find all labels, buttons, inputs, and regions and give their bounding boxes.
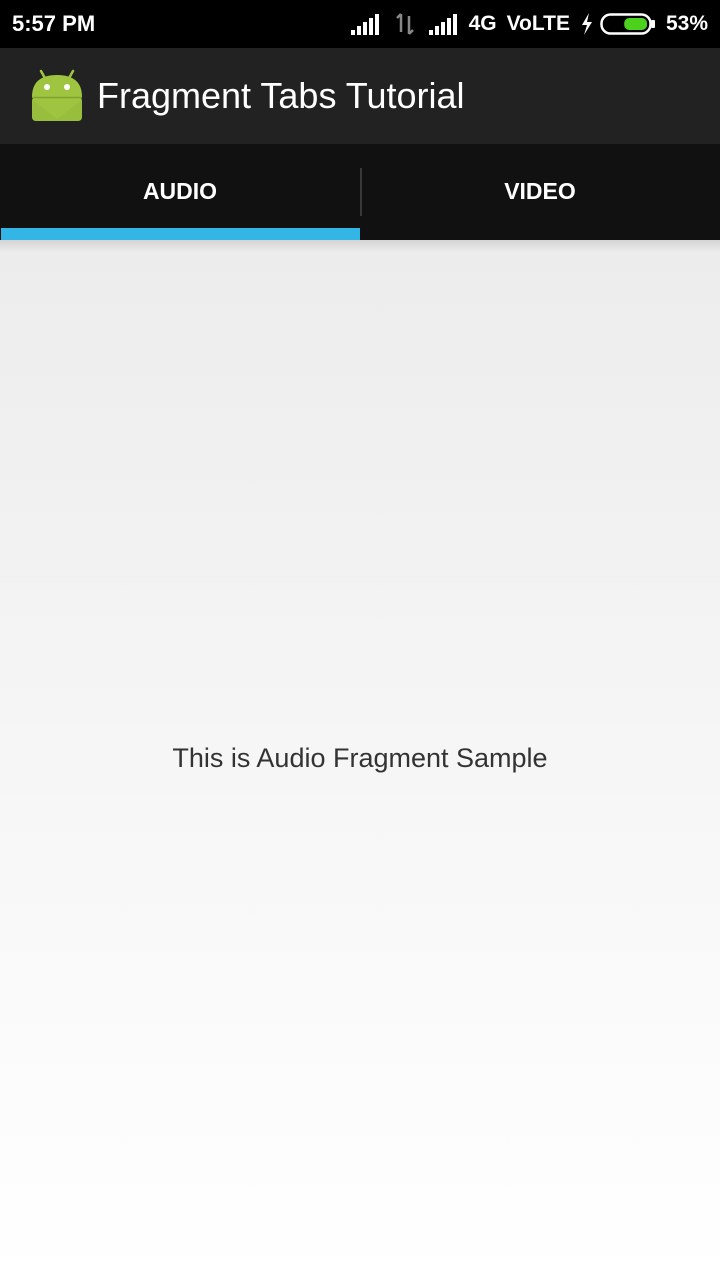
fragment-message: This is Audio Fragment Sample	[172, 743, 548, 773]
screen: 5:57 PM 4G VoLTE 53% Fragment Tabs Tutor…	[0, 0, 720, 1280]
battery-icon	[600, 13, 655, 35]
signal-icon	[428, 14, 457, 35]
status-bar: 5:57 PM 4G VoLTE 53%	[0, 0, 720, 48]
selected-tab-indicator	[1, 228, 360, 240]
action-bar: Fragment Tabs Tutorial	[0, 48, 720, 144]
status-icons: 4G VoLTE 53%	[350, 0, 708, 48]
volte-label: VoLTE	[506, 12, 570, 35]
tab-label: AUDIO	[142, 177, 218, 204]
status-time: 5:57 PM	[12, 11, 96, 36]
charging-bolt-icon	[581, 13, 592, 35]
signal-icon	[350, 14, 379, 35]
tab-label: VIDEO	[504, 177, 576, 204]
network-type: 4G	[468, 12, 497, 35]
battery-percent: 53%	[665, 12, 708, 35]
tab-audio[interactable]: AUDIO	[0, 144, 360, 240]
data-arrows-icon	[395, 13, 414, 35]
tab-bar-shadow	[0, 240, 720, 252]
tab-video[interactable]: VIDEO	[360, 144, 720, 240]
app-title: Fragment Tabs Tutorial	[97, 75, 465, 116]
tab-bar: AUDIO VIDEO	[0, 144, 720, 240]
fragment-content: This is Audio Fragment Sample	[0, 240, 720, 1280]
android-icon	[32, 69, 82, 121]
